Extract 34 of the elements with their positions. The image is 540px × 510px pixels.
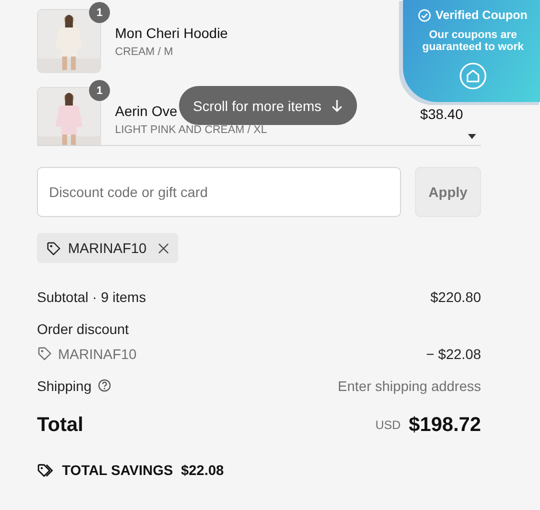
coupon-message: Our coupons are guaranteed to work [421,29,525,53]
product-variant: LIGHT PINK AND CREAM / XL [115,124,268,136]
product-name: Mon Cheri Hoodie [115,24,228,40]
product-price: $38.40 [420,106,463,122]
product-variant: CREAM / M [115,46,174,58]
tag-icon [37,346,52,361]
product-name: Aerin Ove [115,102,178,118]
subtotal-label: Subtotal · 9 items [37,288,146,304]
quantity-badge: 1 [89,80,110,101]
total-amount: $198.72 [408,414,481,436]
tags-icon [37,462,54,478]
shipping-label: Shipping [37,378,92,394]
apply-button[interactable]: Apply [415,167,481,217]
applied-code-chip: MARINAF10 [37,233,178,263]
house-icon [459,62,487,90]
scroll-hint-button[interactable]: Scroll for more items [179,86,358,125]
discount-code: MARINAF10 [58,346,137,362]
savings-label: TOTAL SAVINGS [62,462,173,478]
coupon-title: Verified Coupon [435,8,528,22]
total-label: Total [37,414,84,436]
verified-check-icon [418,8,432,22]
quantity-badge: 1 [89,2,110,23]
help-icon [98,379,110,392]
currency-code: USD [375,418,401,432]
close-icon[interactable] [158,242,169,254]
tag-icon [46,240,61,256]
subtotal-amount: $220.80 [430,288,481,304]
discount-amount: − $22.08 [426,346,481,362]
shipping-value: Enter shipping address [338,378,481,394]
savings-amount: $22.08 [180,462,224,478]
arrow-down-icon [331,98,344,112]
caret-icon [468,134,476,139]
order-discount-label: Order discount [37,320,129,336]
discount-code-field[interactable]: Discount code or gift card [37,167,401,217]
